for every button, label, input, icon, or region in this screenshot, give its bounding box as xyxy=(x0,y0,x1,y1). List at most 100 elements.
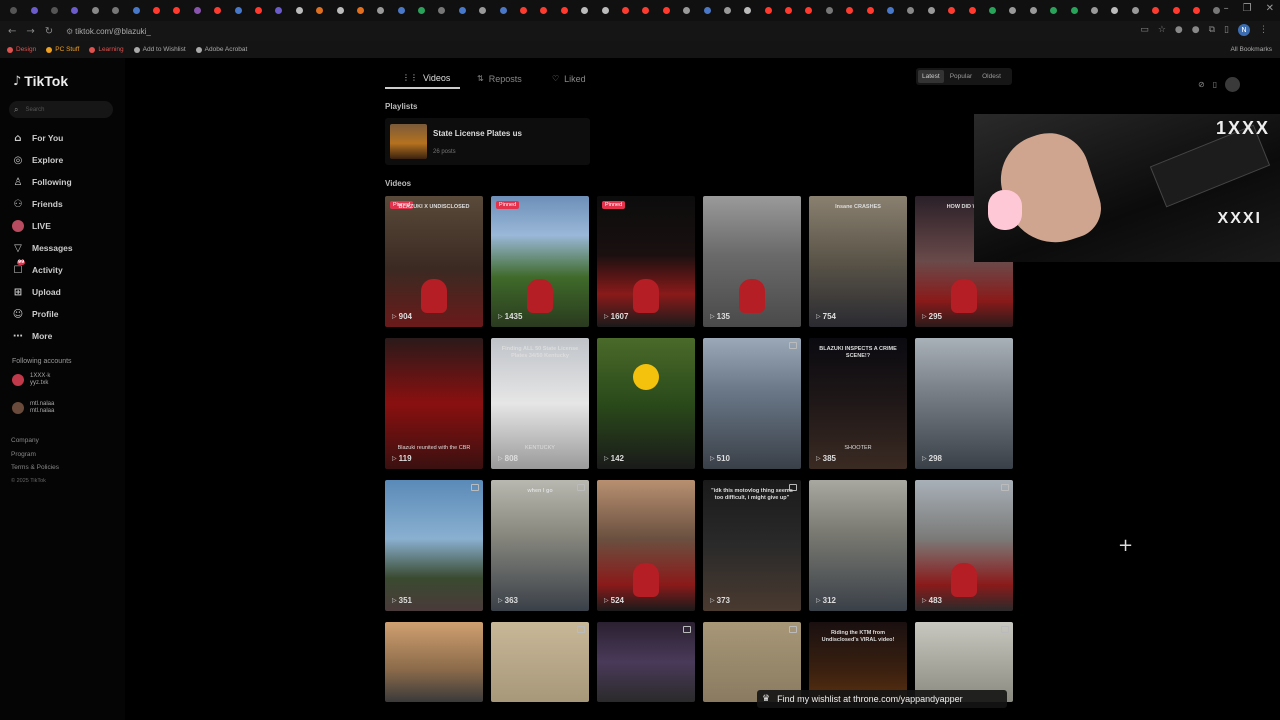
extension-icon-1[interactable]: ● xyxy=(1175,25,1183,35)
browser-tab[interactable] xyxy=(1064,4,1084,18)
bookmark-star-icon[interactable]: ☆ xyxy=(1158,25,1166,35)
browser-tab[interactable] xyxy=(779,4,799,18)
video-card[interactable]: ▷ 483 xyxy=(915,480,1013,611)
browser-tab[interactable] xyxy=(147,4,167,18)
maximize-icon[interactable]: ❐ xyxy=(1243,3,1252,14)
browser-tab[interactable] xyxy=(820,4,840,18)
playlist-card[interactable]: State License Plates us 26 posts xyxy=(385,118,590,165)
back-icon[interactable]: ← xyxy=(8,26,16,37)
browser-tab[interactable] xyxy=(942,4,962,18)
video-card[interactable]: Insane CRASHES ▷ 754 xyxy=(809,196,907,327)
browser-tab[interactable] xyxy=(881,4,901,18)
video-card[interactable]: ▷ 510 xyxy=(703,338,801,469)
close-icon[interactable]: ✕ xyxy=(1266,3,1274,14)
video-card[interactable]: when I go ▷ 363 xyxy=(491,480,589,611)
browser-tab[interactable] xyxy=(269,4,289,18)
video-card[interactable]: Finding ALL 50 State License Plates 34/5… xyxy=(491,338,589,469)
extensions-puzzle-icon[interactable]: ⧉ xyxy=(1209,25,1215,35)
bookmark-item[interactable]: Learning xyxy=(89,46,124,53)
tiktok-logo[interactable]: ♪ TikTok xyxy=(13,73,68,89)
user-avatar[interactable] xyxy=(1225,77,1241,92)
video-card[interactable]: Blazuki reunited with the CBR ▷ 119 xyxy=(385,338,483,469)
browser-tab[interactable] xyxy=(1125,4,1145,18)
browser-tab[interactable] xyxy=(677,4,697,18)
browser-tab[interactable] xyxy=(126,4,146,18)
video-card[interactable]: ▷ 298 xyxy=(915,338,1013,469)
following-account[interactable]: 1XXX·k yyz.txk xyxy=(12,373,50,387)
browser-tab[interactable] xyxy=(45,4,65,18)
browser-tab[interactable] xyxy=(1003,4,1023,18)
video-card[interactable] xyxy=(491,622,589,702)
browser-tab[interactable] xyxy=(391,4,411,18)
browser-tab[interactable] xyxy=(208,4,228,18)
browser-tab[interactable] xyxy=(922,4,942,18)
cast-icon[interactable]: ▭ xyxy=(1140,25,1149,35)
browser-tab[interactable] xyxy=(473,4,493,18)
browser-tab[interactable] xyxy=(901,4,921,18)
tab-reposts[interactable]: ⇅ Reposts xyxy=(460,68,535,89)
extension-icon-2[interactable]: ● xyxy=(1192,25,1200,35)
footer-link[interactable]: Company xyxy=(11,434,59,448)
browser-tab[interactable] xyxy=(697,4,717,18)
browser-tab[interactable] xyxy=(493,4,513,18)
sidebar-item-following[interactable]: ♙ Following xyxy=(12,171,73,193)
site-info-icon[interactable]: ⚙ xyxy=(66,27,73,36)
browser-tab[interactable] xyxy=(289,4,309,18)
device-icon[interactable]: ▯ xyxy=(1213,80,1217,89)
sidebar-item-activity[interactable]: ☐ 99 Activity xyxy=(12,259,73,281)
browser-tab[interactable] xyxy=(330,4,350,18)
browser-tab[interactable] xyxy=(595,4,615,18)
following-account[interactable]: mtl.nalaa mtl.nalaa xyxy=(12,401,54,415)
browser-tab[interactable] xyxy=(453,4,473,18)
browser-tab[interactable] xyxy=(1024,4,1044,18)
browser-tab[interactable] xyxy=(1166,4,1186,18)
browser-tab[interactable] xyxy=(758,4,778,18)
video-card[interactable]: ▷ 351 xyxy=(385,480,483,611)
browser-tab[interactable] xyxy=(167,4,187,18)
sidebar-item-live[interactable]: LIVE xyxy=(12,215,73,237)
minimize-icon[interactable]: – xyxy=(1224,3,1229,14)
browser-tab[interactable] xyxy=(575,4,595,18)
video-card[interactable]: ▷ 135 xyxy=(703,196,801,327)
browser-tab[interactable] xyxy=(514,4,534,18)
video-card[interactable]: Pinned ▷ 1435 xyxy=(491,196,589,327)
browser-menu-icon[interactable]: ⋮ xyxy=(1259,25,1268,35)
tab-videos[interactable]: ⋮⋮ Videos xyxy=(385,68,460,89)
video-card[interactable]: Pinned ▷ 1607 xyxy=(597,196,695,327)
browser-tab[interactable] xyxy=(534,4,554,18)
browser-tab[interactable] xyxy=(962,4,982,18)
video-card[interactable]: ▷ 524 xyxy=(597,480,695,611)
sidebar-item-friends[interactable]: ⚇ Friends xyxy=(12,193,73,215)
sort-oldest[interactable]: Oldest xyxy=(978,70,1005,83)
browser-tab[interactable] xyxy=(4,4,24,18)
browser-tab[interactable] xyxy=(106,4,126,18)
footer-link[interactable]: Program xyxy=(11,448,59,462)
browser-tab[interactable] xyxy=(249,4,269,18)
browser-tab[interactable] xyxy=(228,4,248,18)
video-card[interactable] xyxy=(385,622,483,702)
browser-tab[interactable] xyxy=(555,4,575,18)
footer-link[interactable]: Terms & Policies xyxy=(11,461,59,475)
sidebar-item-for-you[interactable]: ⌂ For You xyxy=(12,127,73,149)
browser-tab[interactable] xyxy=(718,4,738,18)
tab-liked[interactable]: ♡ Liked xyxy=(535,68,610,89)
coins-icon[interactable]: ⊘ xyxy=(1198,80,1205,89)
browser-tab[interactable] xyxy=(65,4,85,18)
browser-tab[interactable] xyxy=(371,4,391,18)
browser-tab[interactable] xyxy=(351,4,371,18)
browser-tab[interactable] xyxy=(412,4,432,18)
sidebar-item-profile[interactable]: ☺ Profile xyxy=(12,303,73,325)
forward-icon[interactable]: → xyxy=(26,26,34,37)
browser-tab[interactable] xyxy=(860,4,880,18)
browser-tab[interactable] xyxy=(24,4,44,18)
browser-profile-avatar[interactable]: N xyxy=(1238,24,1250,36)
bookmark-item[interactable]: PC Stuff xyxy=(46,46,79,53)
browser-tab[interactable] xyxy=(1044,4,1064,18)
browser-tab[interactable] xyxy=(1187,4,1207,18)
browser-tab[interactable] xyxy=(86,4,106,18)
browser-tab[interactable] xyxy=(657,4,677,18)
browser-tab[interactable] xyxy=(840,4,860,18)
browser-tab[interactable] xyxy=(1085,4,1105,18)
browser-tab[interactable] xyxy=(636,4,656,18)
browser-tab[interactable] xyxy=(983,4,1003,18)
